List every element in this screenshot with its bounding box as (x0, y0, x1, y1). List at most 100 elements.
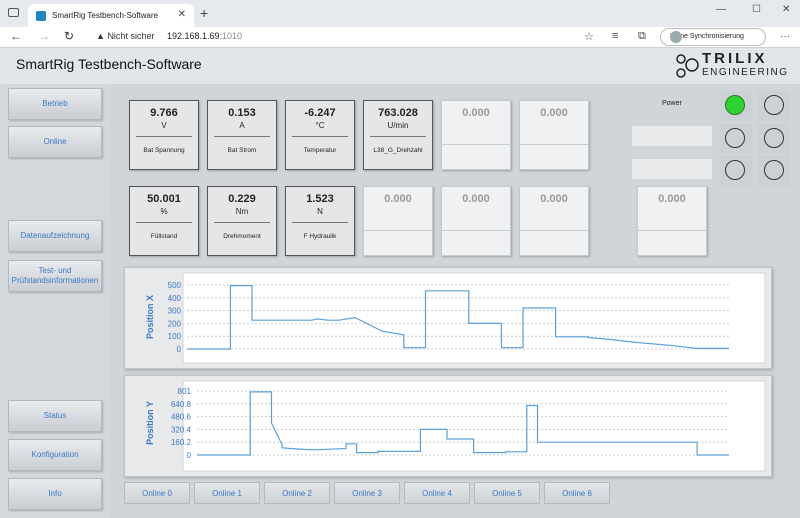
power-indicator-light (725, 95, 745, 115)
tile-value: 0.000 (658, 193, 686, 205)
sidebar: Betrieb Online Datenaufzeichnung Test- u… (0, 84, 110, 518)
url-host: 192.168.1.69 (166, 31, 220, 41)
plot-area (182, 272, 766, 364)
chart-svg-position-y: 801 640.8 480.6 320.4 160.2 0 Position Y (145, 380, 766, 472)
power-label: Power (662, 100, 682, 107)
y-tick-label: 0 (187, 451, 192, 460)
tile-value: 0.153 (228, 107, 256, 119)
forward-arrow-icon[interactable]: → (38, 29, 50, 43)
status-field (632, 126, 712, 146)
profile-avatar-icon (670, 31, 682, 43)
tile-value: 50.001 (147, 193, 181, 205)
tile-empty: 0.000 (519, 100, 589, 170)
tile-value: 0.000 (540, 107, 568, 119)
tile-label: F Hydraulik (303, 233, 337, 240)
tile-label: Füllstand (150, 233, 178, 240)
chart-position-x: 500 400 300 200 100 0 Position X (124, 267, 772, 369)
sidebar-item-konfiguration[interactable]: Konfiguration (8, 439, 102, 471)
y-tick-label: 100 (168, 332, 182, 341)
favorite-star-icon[interactable]: ☆ (584, 30, 594, 43)
tile-value: 1.523 (306, 193, 334, 205)
tile-unit: V (161, 121, 167, 130)
tile-value: 0.000 (462, 107, 490, 119)
tile-unit: Nm (235, 207, 249, 216)
online-6-button[interactable]: Online 6 (544, 482, 610, 504)
security-warning: Nicht sicher (107, 31, 155, 41)
y-tick-label: 300 (168, 307, 182, 316)
online-1-button[interactable]: Online 1 (194, 482, 260, 504)
tile-empty: 0.000 (637, 186, 707, 256)
y-tick-label: 500 (168, 281, 182, 290)
y-tick-label: 200 (168, 319, 182, 328)
browser-menu-icon[interactable]: ··· (780, 31, 790, 42)
back-arrow-icon[interactable]: ← (10, 29, 22, 43)
tab-close-icon[interactable]: ✕ (178, 9, 186, 20)
online-3-button[interactable]: Online 3 (334, 482, 400, 504)
y-tick-label: 480.6 (171, 413, 192, 422)
sidebar-item-betrieb[interactable]: Betrieb (8, 88, 102, 120)
tile-value: 0.229 (228, 193, 256, 205)
logo-word-engineering: ENGINEERING (702, 67, 789, 78)
sidebar-item-datenaufzeichnung[interactable]: Datenaufzeichnung (8, 220, 102, 252)
plot-area (182, 380, 766, 472)
tile-value: 9.766 (150, 107, 178, 119)
tab-actions-icon[interactable] (8, 8, 19, 17)
sidebar-item-info[interactable]: Info (8, 478, 102, 510)
tile-empty: 0.000 (441, 100, 511, 170)
maximize-button[interactable]: ☐ (752, 4, 761, 15)
tile-bat-strom: 0.153 A Bat Strom (207, 100, 277, 170)
favorites-list-icon[interactable]: ≡ (612, 30, 618, 42)
close-window-button[interactable]: ✕ (782, 4, 790, 15)
tile-drehmoment: 0.229 Nm Drehmoment (207, 186, 277, 256)
app-title: SmartRig Testbench-Software (16, 56, 202, 72)
y-tick-label: 320.4 (171, 425, 192, 434)
online-4-button[interactable]: Online 4 (404, 482, 470, 504)
warning-icon: ▲ (96, 31, 105, 41)
indicator-light (725, 160, 745, 180)
y-tick-label: 400 (168, 294, 182, 303)
tile-f-hydraulik: 1.523 N F Hydraulik (285, 186, 355, 256)
sidebar-item-test-info[interactable]: Test- und Prüfstandsinformationen (8, 260, 102, 292)
tile-unit: N (317, 207, 323, 216)
browser-tab[interactable]: SmartRig Testbench-Software ✕ (28, 4, 194, 27)
tile-unit: % (160, 207, 168, 216)
tile-fuellstand: 50.001 % Füllstand (129, 186, 199, 256)
tab-title: SmartRig Testbench-Software (52, 11, 159, 20)
tile-empty: 0.000 (519, 186, 589, 256)
indicator-light (764, 95, 784, 115)
url-field[interactable]: ▲ Nicht sicher 192.168.1.69:1010 (96, 31, 242, 41)
tile-unit: U/min (387, 121, 409, 130)
collections-icon[interactable]: ⧉ (638, 30, 646, 43)
tile-value: 0.000 (540, 193, 568, 205)
indicator-light (725, 128, 745, 148)
sync-button[interactable]: Keine Synchronisierung (660, 28, 766, 46)
y-tick-label: 640.8 (171, 400, 192, 409)
y-tick-label: 160.2 (171, 438, 192, 447)
tile-unit: A (239, 121, 245, 130)
tile-value: 763.028 (378, 107, 418, 119)
address-bar: ← → ↻ ▲ Nicht sicher 192.168.1.69:1010 ☆… (0, 27, 800, 48)
sidebar-item-status[interactable]: Status (8, 400, 102, 432)
y-tick-label: 801 (178, 387, 192, 396)
y-axis-label: Position X (145, 295, 155, 339)
indicator-light (764, 160, 784, 180)
minimize-button[interactable]: — (716, 4, 726, 15)
chart-position-y: 801 640.8 480.6 320.4 160.2 0 Position Y (124, 375, 772, 477)
online-2-button[interactable]: Online 2 (264, 482, 330, 504)
favicon-icon (36, 11, 46, 21)
y-axis-label: Position Y (145, 401, 155, 445)
tile-empty: 0.000 (363, 186, 433, 256)
url-port: :1010 (219, 31, 243, 41)
logo-gears-icon (676, 54, 699, 78)
indicator-light (764, 128, 784, 148)
chart-svg-position-x: 500 400 300 200 100 0 Position X (145, 272, 766, 364)
reload-icon[interactable]: ↻ (64, 29, 74, 43)
online-5-button[interactable]: Online 5 (474, 482, 540, 504)
app-header: SmartRig Testbench-Software TRILIX ENGIN… (0, 48, 800, 84)
online-0-button[interactable]: Online 0 (124, 482, 190, 504)
new-tab-button[interactable]: + (200, 5, 208, 21)
browser-tab-bar: SmartRig Testbench-Software ✕ + — ☐ ✕ (0, 0, 800, 27)
sidebar-item-online[interactable]: Online (8, 126, 102, 158)
tile-value: 0.000 (462, 193, 490, 205)
logo-word-trilix: TRILIX (702, 50, 768, 67)
